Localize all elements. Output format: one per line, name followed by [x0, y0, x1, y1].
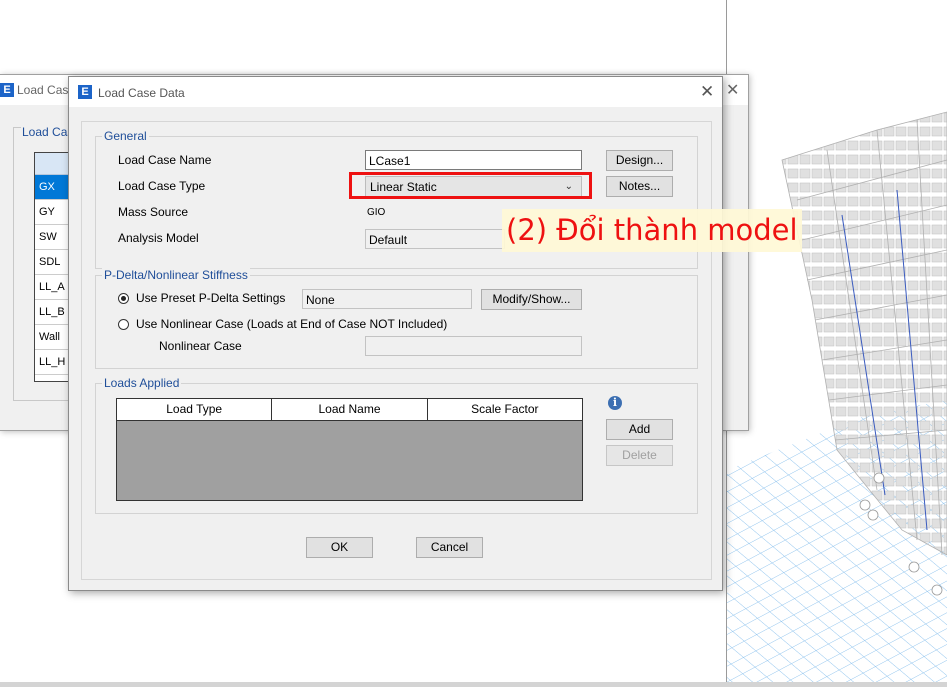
load-case-type-label: Load Case Type — [118, 179, 206, 193]
dialog-titlebar: E Load Case Data ✕ — [69, 77, 722, 107]
preset-pdelta-value: None — [302, 289, 472, 309]
dialog-title: Load Case Data — [98, 86, 185, 100]
load-case-name-label: Load Case Name — [118, 153, 212, 167]
load-cases-title: Load Case — [17, 83, 76, 97]
column-header-scale-factor: Scale Factor — [471, 402, 539, 416]
info-icon[interactable]: i — [608, 396, 622, 410]
preset-pdelta-label: Use Preset P-Delta Settings — [136, 291, 286, 305]
building-3d-model-view[interactable] — [727, 0, 947, 682]
highlight-box — [349, 172, 592, 199]
status-strip — [0, 682, 947, 687]
notes-button[interactable]: Notes... — [606, 176, 673, 197]
list-item[interactable]: SW — [35, 225, 71, 250]
loads-applied-group-title: Loads Applied — [102, 376, 182, 390]
list-item[interactable]: LL_A — [35, 275, 71, 300]
table-header: Load Type Load Name Scale Factor — [117, 399, 582, 421]
modify-show-button[interactable]: Modify/Show... — [481, 289, 582, 310]
pdelta-group-title: P-Delta/Nonlinear Stiffness — [102, 268, 250, 282]
load-cases-list[interactable]: GX GY SW SDL LL_A LL_B Wall LL_H — [34, 152, 72, 382]
mass-source-value: GIO — [367, 207, 386, 218]
load-case-data-dialog: E Load Case Data ✕ General Load Case Nam… — [68, 76, 723, 591]
list-item[interactable]: GX — [35, 175, 71, 200]
column-header-load-name: Load Name — [272, 399, 428, 420]
etabs-logo-icon: E — [0, 83, 14, 97]
list-item[interactable]: LL_H — [35, 350, 71, 375]
annotation-callout: (2) Đổi thành model — [502, 209, 802, 252]
list-header — [35, 153, 71, 175]
delete-button: Delete — [606, 445, 673, 466]
mass-source-label: Mass Source — [118, 205, 189, 219]
list-item[interactable]: Wall — [35, 325, 71, 350]
etabs-logo-icon: E — [78, 85, 92, 99]
nonlinear-case-select[interactable] — [365, 336, 582, 356]
list-item[interactable]: GY — [35, 200, 71, 225]
analysis-model-value: Default — [365, 229, 505, 249]
list-item[interactable]: LL_B — [35, 300, 71, 325]
general-group-title: General — [102, 129, 149, 143]
add-button[interactable]: Add — [606, 419, 673, 440]
loads-applied-table[interactable]: Load Type Load Name Scale Factor — [116, 398, 583, 501]
preset-pdelta-radio[interactable] — [118, 293, 129, 304]
close-icon[interactable]: ✕ — [726, 80, 739, 100]
close-icon[interactable]: ✕ — [700, 82, 714, 102]
load-case-name-input[interactable]: LCase1 — [365, 150, 582, 170]
column-header-load-type: Load Type — [117, 399, 273, 420]
ok-button[interactable]: OK — [306, 537, 373, 558]
nonlinear-case-radio[interactable] — [118, 319, 129, 330]
cancel-button[interactable]: Cancel — [416, 537, 483, 558]
list-item[interactable]: SDL — [35, 250, 71, 275]
nonlinear-case-label: Nonlinear Case — [159, 339, 242, 353]
nonlinear-case-option-label: Use Nonlinear Case (Loads at End of Case… — [136, 317, 448, 331]
analysis-model-label: Analysis Model — [118, 231, 199, 245]
design-button[interactable]: Design... — [606, 150, 673, 171]
